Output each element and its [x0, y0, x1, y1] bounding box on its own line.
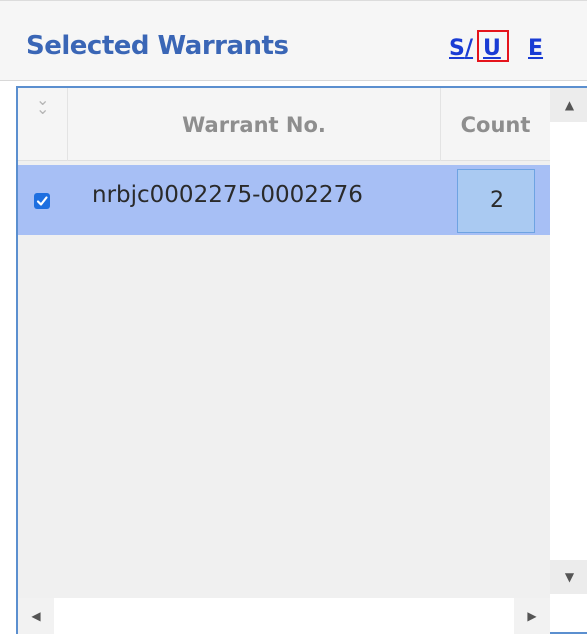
double-chevron-down-icon[interactable]: ⌄ ⌄: [36, 92, 49, 117]
warrant-no-cell: nrbjc0002275-0002276: [92, 182, 363, 208]
scroll-left-icon[interactable]: ◀: [18, 598, 54, 634]
column-header-count[interactable]: Count: [441, 88, 550, 161]
scroll-up-icon[interactable]: ▲: [550, 88, 587, 122]
scroll-right-icon[interactable]: ▶: [514, 598, 550, 634]
scroll-down-icon[interactable]: ▼: [550, 560, 587, 594]
u-link[interactable]: U: [483, 36, 501, 61]
s-link[interactable]: S: [449, 36, 465, 61]
e-link[interactable]: E: [528, 36, 543, 61]
checkmark-icon: [36, 196, 48, 206]
column-header-warrant-no[interactable]: Warrant No.: [68, 88, 441, 161]
select-all-header[interactable]: ⌄ ⌄: [18, 88, 68, 161]
grid-body: ⌄ ⌄ Warrant No. Count nrbjc0002275-000227…: [18, 88, 550, 598]
count-value: 2: [490, 188, 504, 213]
count-cell[interactable]: 2: [457, 169, 535, 233]
warrants-grid: ⌄ ⌄ Warrant No. Count nrbjc0002275-000227…: [16, 86, 587, 634]
horizontal-scrollbar[interactable]: ◀ ▶: [18, 598, 550, 634]
grid-header: ⌄ ⌄ Warrant No. Count: [18, 88, 550, 161]
selected-warrants-panel: Selected Warrants S / U E ⌄ ⌄ Warrant No.…: [0, 0, 587, 639]
table-row[interactable]: nrbjc0002275-0002276 2: [18, 165, 550, 235]
vertical-scrollbar[interactable]: ▲ ▼: [550, 88, 587, 598]
row-checkbox[interactable]: [34, 193, 50, 209]
link-separator: /: [465, 36, 474, 61]
panel-header: Selected Warrants S / U E: [0, 1, 587, 81]
panel-title: Selected Warrants: [26, 31, 289, 61]
